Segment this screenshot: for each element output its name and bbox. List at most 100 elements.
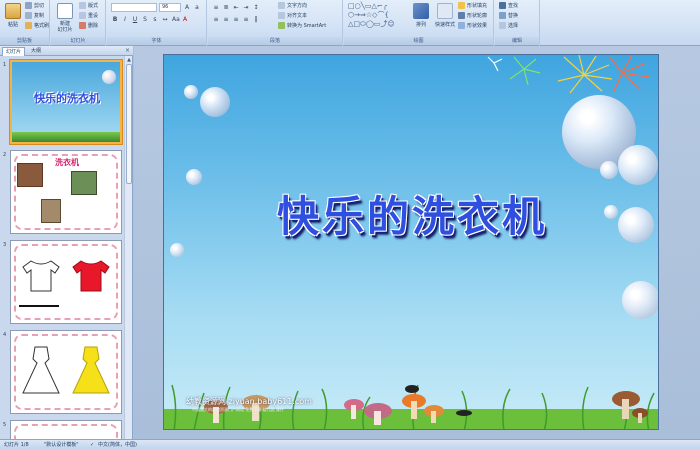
slide-thumbnail-4[interactable] [10,330,122,414]
bubble-icon [200,87,230,117]
select-button[interactable]: 选择 [499,22,518,29]
justify-icon[interactable]: ≡ [242,15,250,23]
binoculars-icon [499,2,506,9]
smartart-icon [278,22,285,29]
spellcheck-icon[interactable]: ✓ [90,441,94,449]
quick-styles-icon [437,3,453,19]
grow-font-icon[interactable]: A [183,3,191,11]
italic-icon[interactable]: I [121,15,129,23]
shrink-font-icon[interactable]: a [193,3,201,11]
font-label: 字体 [107,37,206,45]
shadow-icon[interactable]: s [151,15,159,23]
brush-icon [25,22,32,29]
watermark-subtext: 中国最大的幼教资源门户网站 免费下载 幼儿园 课件 [192,407,284,412]
smartart-button[interactable]: 转换为 SmartArt [278,22,326,29]
slides-group: 新建 幻灯片 版式 重设 删除 幻灯片 [51,0,106,46]
find-button[interactable]: 查找 [499,2,518,9]
underline-icon[interactable]: U [131,15,139,23]
close-icon[interactable]: × [125,47,130,54]
paste-icon [5,3,21,19]
format-painter-button[interactable]: 格式刷 [25,22,49,29]
replace-button[interactable]: 替换 [499,12,518,19]
font-name-combo[interactable] [111,3,157,12]
case-icon[interactable]: Aa [171,15,180,23]
line-spacing-icon[interactable]: ↕ [252,3,260,11]
bubble-icon [102,70,116,84]
layout-icon [79,2,86,9]
watermark-text: 幼教资源网 ziyuan.baby611.com [186,397,312,406]
shape-effects-button[interactable]: 形状效果 [458,22,487,29]
tab-slides[interactable]: 幻灯片 [2,47,26,56]
drawing-group: □○╲▭△⌐╭ ⬡→⇒☆◇⌒{△□⬭◯▭⤴☺ 排列 快速样式 形状填充 形状轮廓 … [344,0,494,46]
font-size-combo[interactable]: 96 [159,3,181,12]
slides-label: 幻灯片 [51,37,105,45]
paragraph-group: ≡ ≣ ⇤ ⇥ ↕ ≡ ≡ ≡ ≡ ‖ 文字方向 对齐文本 转换为 SmartA… [208,0,343,46]
bubble-icon [618,145,658,185]
editing-label: 编辑 [495,37,539,45]
align-right-icon[interactable]: ≡ [232,15,240,23]
drawing-label: 绘图 [344,37,493,45]
thumb-number: 4 [3,332,7,338]
quick-styles-button[interactable]: 快速样式 [432,2,458,36]
slide-thumbnail-2[interactable]: 洗衣机 [10,150,122,234]
dress-outline-icon [22,346,60,394]
thumb-number: 3 [3,242,7,248]
columns-icon[interactable]: ‖ [252,15,260,23]
dress-yellow-icon [72,346,110,394]
fill-bucket-icon [458,2,465,9]
slide-canvas[interactable]: 快乐的洗衣机 幼教资源网 ziyuan.baby611.com 中国最大的幼教资… [163,54,659,430]
paste-button[interactable]: 粘贴 [2,2,24,36]
reset-button[interactable]: 重设 [79,12,98,19]
spacing-icon[interactable]: ↔ [161,15,169,23]
align-center-icon[interactable]: ≡ [222,15,230,23]
panel-scrollbar[interactable]: ▲ [124,56,132,439]
font-color-icon[interactable]: A [181,15,189,23]
decrease-indent-icon[interactable]: ⇤ [232,3,240,11]
shape-outline-button[interactable]: 形状轮廓 [458,12,487,19]
copy-button[interactable]: 复制 [25,12,44,19]
thumb-number: 2 [3,152,7,158]
new-slide-icon [57,3,73,19]
fireworks-decoration [487,55,651,94]
layout-button[interactable]: 版式 [79,2,98,9]
slide-thumbnail-1[interactable]: 快乐的洗衣机 [10,60,122,144]
underline-bar [19,305,59,307]
replace-icon [499,12,506,19]
font-group: 96 A a B I U S s ↔ Aa A 字体 [107,0,207,46]
theme-name[interactable]: "默认设计模板" [44,441,79,449]
thumb-title: 快乐的洗衣机 [34,92,100,105]
bold-icon[interactable]: B [111,15,119,23]
slide-thumbnail-5[interactable] [10,420,122,439]
align-text-button[interactable]: 对齐文本 [278,12,307,19]
text-direction-icon [278,2,285,9]
slide-title[interactable]: 快乐的洗衣机 [164,183,658,244]
shapes-gallery[interactable]: □○╲▭△⌐╭ ⬡→⇒☆◇⌒{△□⬭◯▭⤴☺ [348,2,408,30]
slide-thumbnail-3[interactable] [10,240,122,324]
align-text-icon [278,12,285,19]
increase-indent-icon[interactable]: ⇥ [242,3,250,11]
tshirt-red-icon [72,260,110,292]
language-indicator[interactable]: 中文(简体，中国) [98,441,137,449]
delete-slide-button[interactable]: 删除 [79,22,98,29]
washing-machine-image [41,199,61,223]
bullets-icon[interactable]: ≡ [212,3,220,11]
arrange-button[interactable]: 排列 [410,2,432,36]
grass-decoration [12,132,120,142]
shape-fill-button[interactable]: 形状填充 [458,2,487,9]
tab-outline[interactable]: 大纲 [28,47,44,56]
delete-icon [79,22,86,29]
pen-icon [458,12,465,19]
scroll-up-icon[interactable]: ▲ [125,56,133,64]
numbering-icon[interactable]: ≣ [222,3,230,11]
scroll-thumb[interactable] [126,64,132,184]
washing-machine-image [17,163,43,187]
strikethrough-icon[interactable]: S [141,15,149,23]
new-slide-button[interactable]: 新建 幻灯片 [53,2,77,36]
cut-button[interactable]: 剪切 [25,2,44,9]
bubble-icon [600,161,618,179]
reset-icon [79,12,86,19]
paragraph-label: 段落 [208,37,342,45]
bubble-icon [622,281,658,319]
text-direction-button[interactable]: 文字方向 [278,2,307,9]
align-left-icon[interactable]: ≡ [212,15,220,23]
